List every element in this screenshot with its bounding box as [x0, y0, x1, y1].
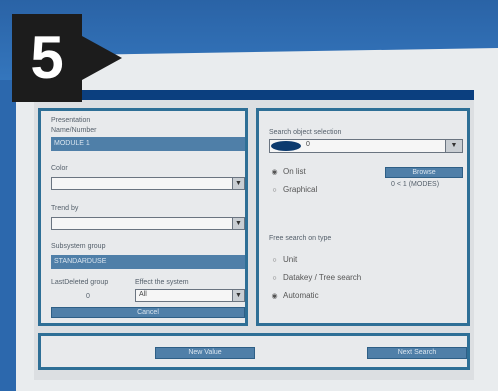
radio-unselected-icon: ○: [272, 275, 277, 282]
lastdeleted-value: 0: [86, 293, 90, 300]
radio-label: Datakey / Tree search: [283, 273, 362, 282]
radio-automatic[interactable]: ◉ Automatic: [271, 291, 319, 300]
search-type-label: Free search on type: [269, 235, 332, 242]
search-object-field[interactable]: 0 ▼: [269, 139, 463, 153]
search-label: Search object selection: [269, 129, 342, 136]
chevron-down-icon[interactable]: ▼: [232, 178, 244, 189]
trend-dropdown[interactable]: ▼: [51, 217, 245, 230]
section-label: Presentation: [51, 117, 91, 124]
trend-label: Trend by: [51, 205, 79, 212]
radio-label: Graphical: [283, 185, 318, 194]
radio-graphical[interactable]: ○ Graphical: [271, 185, 317, 194]
title-bar: [34, 90, 474, 100]
presentation-panel: Presentation Name/Number MODULE 1 Color …: [38, 108, 248, 326]
chevron-down-icon[interactable]: ▼: [232, 290, 244, 301]
name-label: Name/Number: [51, 127, 97, 134]
radio-label: Unit: [283, 255, 298, 264]
browse-button[interactable]: Browse: [385, 167, 463, 178]
dialog-window: Presentation Name/Number MODULE 1 Color …: [34, 90, 474, 380]
selection-oval-icon: [271, 141, 301, 151]
name-field[interactable]: MODULE 1: [51, 137, 245, 151]
effect-label: Effect the system: [135, 279, 189, 286]
effect-value: All: [139, 291, 147, 298]
step-number-badge: 5: [12, 14, 82, 102]
bottom-button-bar: New Value Next Search: [38, 333, 470, 370]
color-dropdown[interactable]: ▼: [51, 177, 245, 190]
radio-label: Automatic: [283, 291, 319, 300]
search-panel: Search object selection 0 ▼ ◉ On list ○ Gr…: [256, 108, 470, 326]
radio-unselected-icon: ○: [272, 187, 277, 194]
subsystem-field[interactable]: STANDARDUSE: [51, 255, 245, 269]
color-label: Color: [51, 165, 68, 172]
subsystem-label: Subsystem group: [51, 243, 106, 250]
chevron-down-icon[interactable]: ▼: [232, 218, 244, 229]
radio-unselected-icon: ○: [272, 257, 277, 264]
arrow-right-icon: [82, 36, 122, 80]
radio-datakey[interactable]: ○ Datakey / Tree search: [271, 273, 361, 282]
count-text: 0 < 1 (MODES): [391, 181, 440, 188]
radio-selected-icon: ◉: [271, 169, 278, 176]
radio-selected-icon: ◉: [271, 293, 278, 300]
next-search-button[interactable]: Next Search: [367, 347, 467, 359]
lastdeleted-label: LastDeleted group: [51, 279, 109, 286]
effect-dropdown[interactable]: All ▼: [135, 289, 245, 302]
radio-label: On list: [283, 167, 306, 176]
cancel-button[interactable]: Cancel: [51, 307, 245, 318]
radio-unit[interactable]: ○ Unit: [271, 255, 297, 264]
chevron-down-icon[interactable]: ▼: [445, 140, 462, 152]
radio-on-list[interactable]: ◉ On list: [271, 167, 306, 176]
search-value: 0: [306, 141, 310, 148]
new-value-button[interactable]: New Value: [155, 347, 255, 359]
